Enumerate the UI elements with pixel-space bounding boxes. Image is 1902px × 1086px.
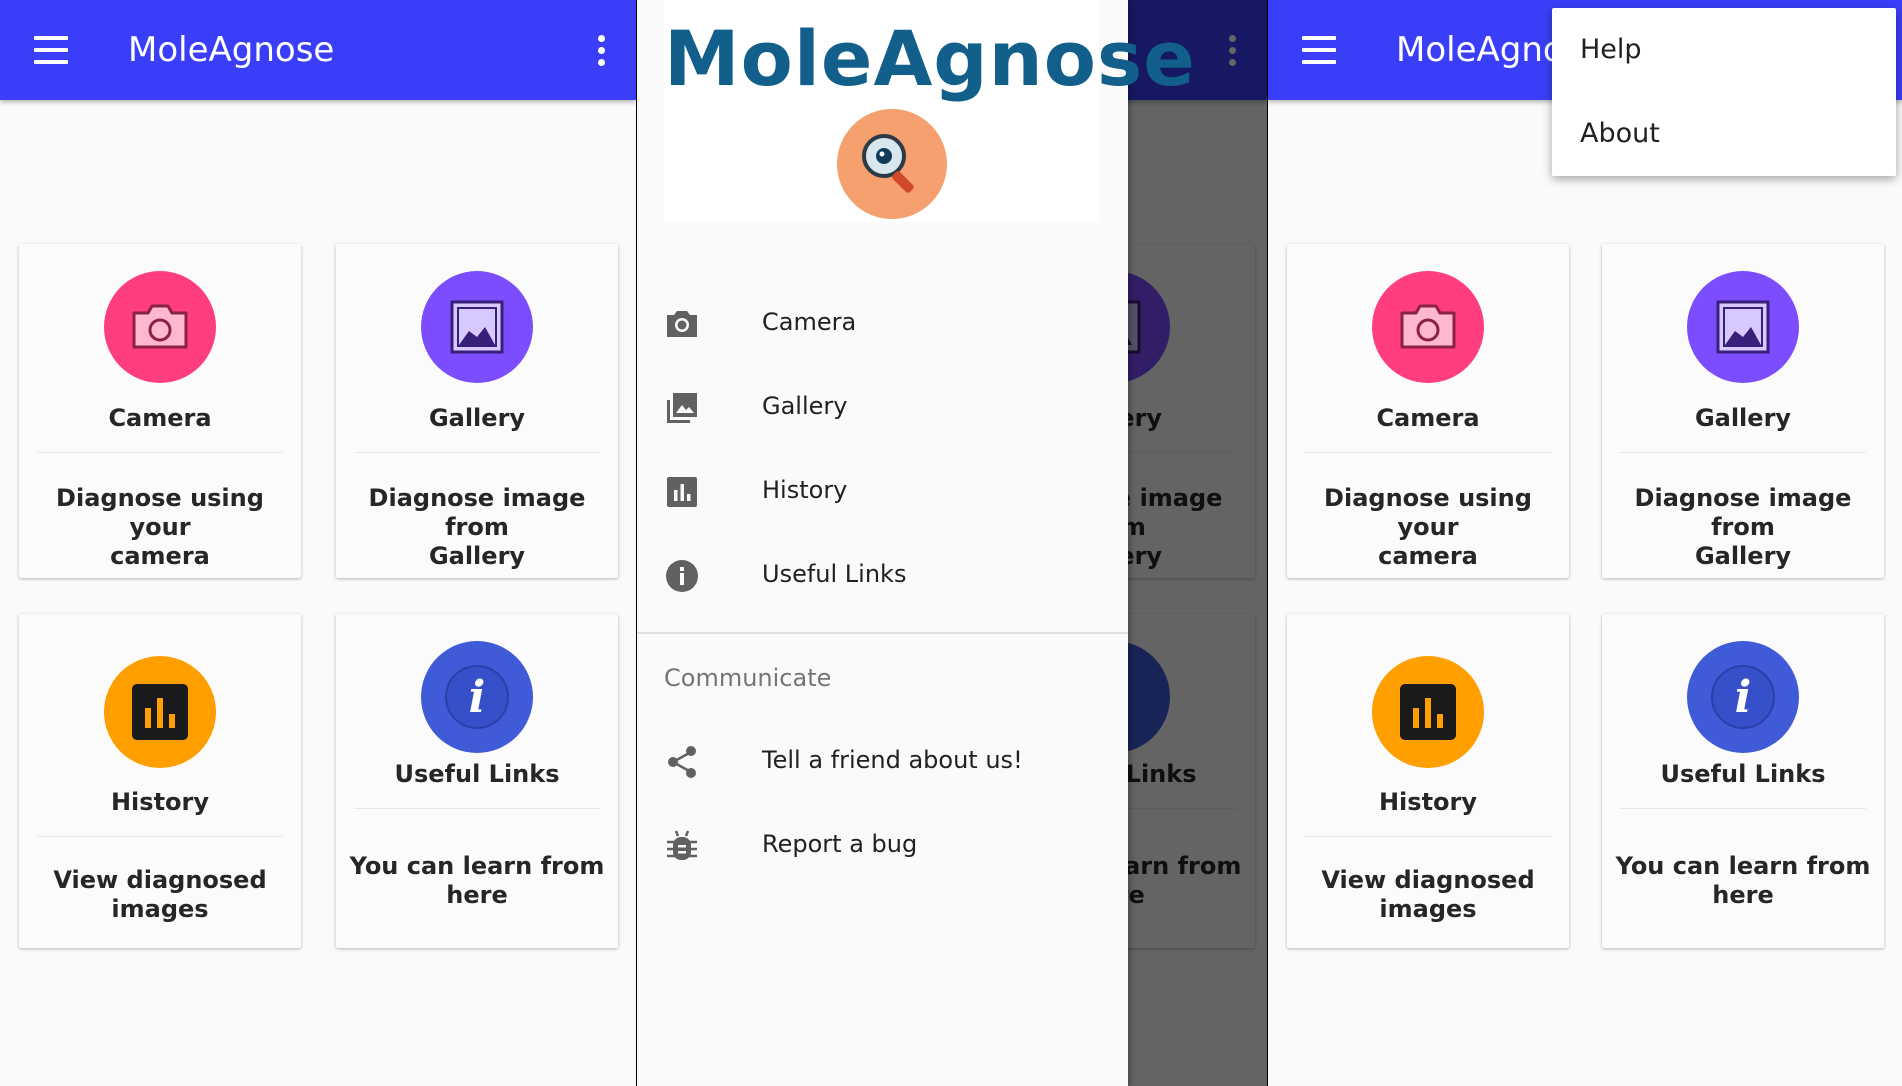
card-description: Diagnose image fromGallery [1634, 484, 1852, 570]
drawer-item-share[interactable]: Tell a friend about us! [637, 726, 1128, 796]
share-icon [668, 746, 696, 778]
image-icon [421, 271, 533, 383]
divider [354, 452, 600, 453]
card-description: Diagnose using your camera [56, 484, 264, 570]
card-description: Diagnose image fromGallery [368, 484, 586, 570]
svg-text:i: i [469, 672, 486, 723]
camera-card[interactable]: Camera Diagnose using your camera [1287, 244, 1569, 578]
camera-icon [104, 271, 216, 383]
svg-text:i: i [1735, 672, 1752, 723]
bug-icon [667, 830, 697, 860]
menu-item-about[interactable]: About [1552, 92, 1896, 174]
drawer-item-gallery[interactable]: Gallery [637, 372, 1128, 442]
history-card[interactable]: History View diagnosed images [1287, 614, 1569, 948]
communicate-subheader: Communicate [664, 664, 832, 692]
gallery-card[interactable]: Gallery Diagnose image from Gallery [336, 244, 618, 578]
menu-icon[interactable] [34, 36, 68, 64]
drawer-item-report-bug[interactable]: Report a bug [637, 810, 1128, 880]
card-label: Useful Links [1660, 760, 1826, 788]
drawer-header-logo: MoleAgnose [664, 0, 1196, 222]
menu-item-label: Help [1580, 34, 1642, 65]
card-label: Camera [1376, 404, 1480, 432]
drawer-item-label: Camera [762, 308, 857, 336]
card-label: History [110, 788, 210, 816]
info-icon: i [1687, 641, 1799, 753]
menu-item-help[interactable]: Help [1552, 8, 1896, 90]
drawer-item-useful-links[interactable]: Useful Links [637, 540, 1128, 610]
card-label: Useful Links [394, 760, 560, 788]
card-description: View diagnosed images [1321, 866, 1535, 923]
magnifier-logo-icon [837, 109, 947, 219]
divider [637, 632, 1128, 634]
drawer-item-label: Tell a friend about us! [762, 746, 1023, 774]
menu-icon[interactable] [1302, 36, 1336, 64]
bar-chart-icon [104, 656, 216, 768]
card-label: Gallery [428, 404, 526, 432]
divider [37, 836, 283, 837]
divider [1305, 452, 1551, 453]
drawer-item-label: Gallery [762, 392, 848, 420]
divider [1620, 808, 1866, 809]
card-description: You can learn fromhere [349, 852, 605, 909]
card-label: History [1378, 788, 1478, 816]
overflow-menu-icon[interactable] [586, 30, 616, 70]
useful-links-card[interactable]: i Useful Links You can learn from here [1602, 614, 1884, 948]
camera-icon [1372, 271, 1484, 383]
divider [1305, 836, 1551, 837]
card-label: Gallery [1694, 404, 1792, 432]
divider [1620, 452, 1866, 453]
camera-card[interactable]: Camera Diagnose using your camera [19, 244, 301, 578]
navigation-drawer: MoleAgnose Camera Gallery History Useful… [637, 0, 1196, 1086]
drawer-item-camera[interactable]: Camera [637, 288, 1128, 358]
drawer-item-label: History [762, 476, 848, 504]
card-description: Diagnose using your camera [1324, 484, 1532, 570]
app-bar: MoleAgnose [0, 0, 636, 100]
card-description: You can learn fromhere [1615, 852, 1871, 909]
overflow-menu-screen: MoleAgnose Camera Diagnose using your cam… [1268, 0, 1902, 1086]
drawer-screen: Gallery Diagnose image fromGallery Usefu… [637, 0, 1267, 1086]
camera-icon [667, 311, 697, 337]
divider [37, 452, 283, 453]
bar-chart-icon [667, 477, 697, 507]
image-icon [1687, 271, 1799, 383]
bar-chart-icon [1372, 656, 1484, 768]
drawer-item-label: Report a bug [762, 830, 918, 858]
menu-item-label: About [1580, 118, 1660, 149]
info-icon: i [421, 641, 533, 753]
history-card[interactable]: History View diagnosed images [19, 614, 301, 948]
logo-text: MoleAgnose [664, 14, 1196, 103]
photo-library-icon [667, 393, 697, 423]
card-description: View diagnosed images [53, 866, 267, 923]
useful-links-card[interactable]: i Useful Links You can learn from here [336, 614, 618, 948]
home-screen: MoleAgnose Camera Diagnose using your cam… [0, 0, 636, 1086]
overflow-menu: Help About [1552, 8, 1896, 176]
info-icon [666, 560, 698, 592]
drawer-item-label: Useful Links [762, 560, 907, 588]
app-title: MoleAgnose [128, 30, 335, 70]
card-label: Camera [108, 404, 212, 432]
divider [354, 808, 600, 809]
gallery-card[interactable]: Gallery Diagnose image from Gallery [1602, 244, 1884, 578]
drawer-item-history[interactable]: History [637, 456, 1128, 526]
